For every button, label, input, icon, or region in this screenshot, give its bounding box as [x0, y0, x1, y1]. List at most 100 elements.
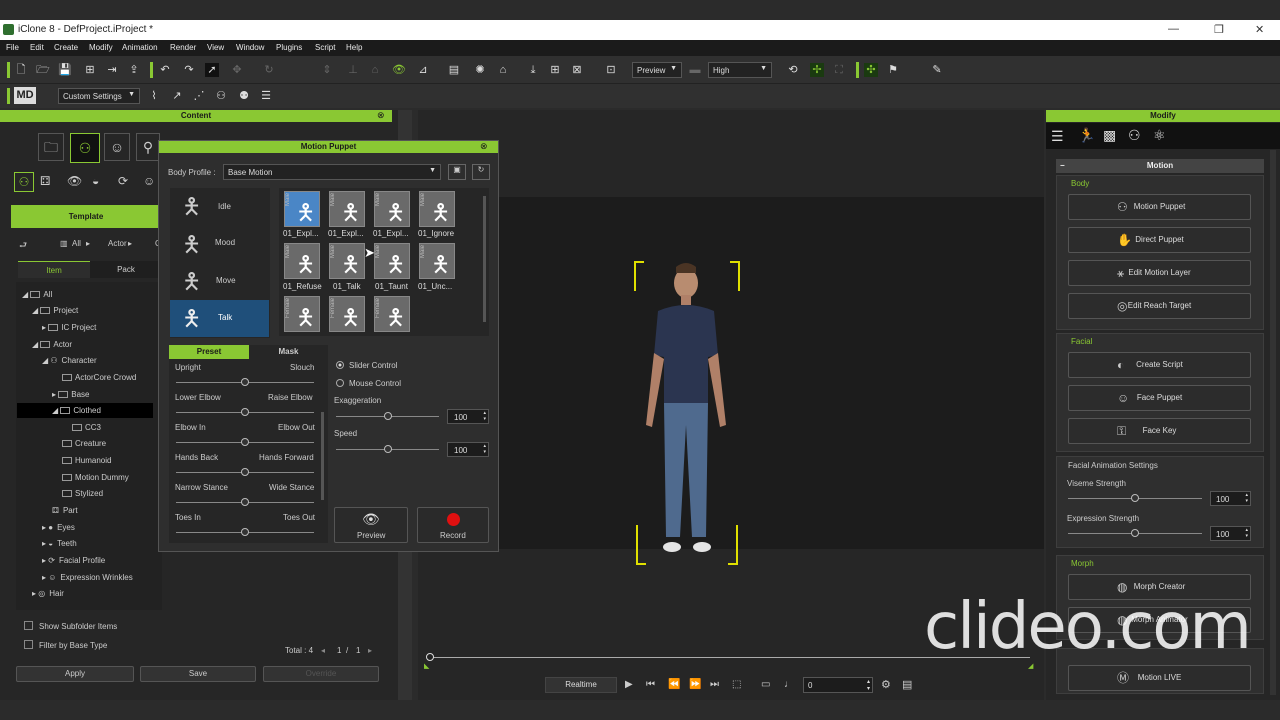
tree-item-actor[interactable]: ◢ Actor [32, 340, 72, 349]
tree-item-cc3[interactable]: CC3 [72, 423, 101, 432]
eye-sub-icon[interactable]: 👁 [67, 174, 82, 188]
expression-slider[interactable] [1068, 529, 1202, 537]
mouth-sub-icon[interactable]: ◒ [92, 174, 99, 188]
tab-mask[interactable]: Mask [249, 345, 328, 359]
category-idle[interactable]: Idle [218, 202, 231, 211]
tree-item-project[interactable]: ◢ Project [32, 306, 78, 315]
tree-item-clothed[interactable]: ◢ Clothed [52, 406, 101, 415]
subtitle-icon[interactable]: ▭ [761, 679, 770, 690]
ik-icon[interactable]: ✣ [864, 63, 878, 77]
face-sub-icon[interactable]: ☺ [143, 174, 155, 188]
override-button[interactable]: Override [263, 666, 379, 682]
hands-slider[interactable] [176, 468, 314, 476]
menu-plugins[interactable]: Plugins [276, 43, 302, 52]
menu-help[interactable]: Help [346, 43, 362, 52]
go-start-icon[interactable]: ⏮ [646, 679, 655, 690]
tree-item-expression-wrinkles[interactable]: ▸ ☺ Expression Wrinkles [42, 573, 133, 582]
next-page-icon[interactable]: ▸ [368, 646, 372, 655]
physics-icon[interactable]: ✢ [810, 63, 824, 77]
undo-icon[interactable]: ↶ [158, 63, 172, 77]
elbow-spread-slider[interactable] [176, 438, 314, 446]
puppet-close-icon[interactable]: ⊗ [480, 141, 488, 152]
tree-item-hair[interactable]: ▸ ◎ Hair [32, 589, 64, 598]
new-file-icon[interactable]: 🗋 [14, 63, 28, 77]
crowd-icon[interactable]: ⚉ [237, 89, 251, 103]
brush-icon[interactable]: ✎ [930, 63, 944, 77]
import-icon[interactable]: ⊞ [83, 63, 97, 77]
share-icon[interactable]: ⇪ [127, 63, 141, 77]
slider-knob[interactable] [1131, 494, 1139, 502]
tree-item-ic-project[interactable]: ▸ IC Project [42, 323, 96, 332]
home-camera-icon[interactable]: ⌂ [496, 63, 510, 77]
snap-icon[interactable]: ⊥ [346, 63, 360, 77]
reflection-icon[interactable]: ⟲ [786, 63, 800, 77]
motion-section-header[interactable]: − Motion [1056, 159, 1264, 173]
timeline-panel-icon[interactable]: ▤ [902, 678, 912, 691]
export-icon[interactable]: ⇥ [105, 63, 119, 77]
slider-control-radio[interactable] [336, 361, 344, 369]
preview-button[interactable]: 👁 Preview [334, 507, 408, 543]
mouse-control-radio[interactable] [336, 379, 344, 387]
filter-base-checkbox[interactable] [24, 640, 33, 649]
folder-tab-icon[interactable]: 🗀 [38, 133, 64, 161]
tab-preset[interactable]: Preset [169, 345, 249, 359]
slider-knob[interactable] [241, 408, 249, 416]
menu-animation[interactable]: Animation [122, 43, 158, 52]
character-tab-icon[interactable]: ⚇ [1128, 127, 1141, 144]
attach-icon[interactable]: ⊿ [416, 63, 430, 77]
physics-tab-icon[interactable]: ⚛ [1153, 127, 1166, 144]
speed-input[interactable]: 100 ▴ ▾ [447, 442, 489, 457]
morph-sub-icon[interactable]: ⟳ [118, 174, 128, 188]
list-icon[interactable]: ☰ [259, 89, 273, 103]
slider-knob[interactable] [241, 468, 249, 476]
material-tab-icon[interactable]: ▩ [1103, 127, 1116, 144]
save-button[interactable]: Save [140, 666, 256, 682]
prev-page-icon[interactable]: ◂ [321, 646, 325, 655]
expression-input[interactable]: 100 ▴ ▾ [1210, 526, 1251, 541]
upright-slouch-slider[interactable] [176, 378, 314, 386]
load-profile-icon[interactable]: ↻ [472, 164, 490, 180]
rewind-icon[interactable]: ⏪ [668, 679, 680, 690]
move-tool-icon[interactable]: ✥ [230, 63, 244, 77]
menu-script[interactable]: Script [315, 43, 335, 52]
timeline-playhead[interactable] [426, 653, 434, 661]
motion-puppet-button[interactable]: ⚇ Motion Puppet [1068, 194, 1251, 220]
edit-motion-layer-button[interactable]: ⚹ Edit Motion Layer [1068, 260, 1251, 286]
tree-item-teeth[interactable]: ▸ ◒ Teeth [42, 539, 77, 548]
head-tab-icon[interactable]: ☺ [104, 133, 130, 161]
body-profile-dropdown[interactable]: Base Motion ▼ [223, 164, 441, 180]
slider-knob[interactable] [241, 438, 249, 446]
tree-item-humanoid[interactable]: Humanoid [62, 456, 111, 465]
timeline-settings-icon[interactable]: ⚙ [881, 678, 891, 691]
face-key-button[interactable]: ⚿ Face Key [1068, 418, 1251, 444]
play-icon[interactable]: ▶ [625, 679, 633, 690]
category-mood[interactable]: Mood [215, 238, 235, 247]
menu-render[interactable]: Render [170, 43, 196, 52]
category-talk[interactable]: Talk [218, 313, 232, 322]
modify-scrollbar[interactable] [1270, 150, 1276, 695]
character-sub-icon[interactable]: ⚇ [14, 172, 34, 192]
loop-icon[interactable]: ⬚ [732, 679, 741, 690]
light-icon[interactable]: ✺ [473, 63, 487, 77]
tree-item-stylized[interactable]: Stylized [62, 489, 103, 498]
motion-tab-icon[interactable]: 🏃 [1078, 127, 1095, 144]
close-icon[interactable]: ✕ [1255, 23, 1264, 36]
settings-tab-icon[interactable]: ☰ [1051, 128, 1064, 145]
actor-tab-icon[interactable]: ⚇ [70, 133, 100, 163]
frame-input[interactable]: 0 ▴ ▾ [803, 677, 873, 693]
cloth-sub-icon[interactable]: ⚃ [40, 174, 50, 188]
stance-slider[interactable] [176, 498, 314, 506]
preview-mode-dropdown[interactable]: Preview ▼ [632, 62, 682, 78]
tree-item-facial-profile[interactable]: ▸ ⟳ Facial Profile [42, 556, 105, 565]
frame-icon[interactable]: ⊞ [548, 63, 562, 77]
forward-icon[interactable]: ⏩ [689, 679, 701, 690]
prop-tab-icon[interactable]: ⚲ [136, 133, 160, 161]
crumb-actor[interactable]: Actor [108, 239, 127, 248]
align-icon[interactable]: ⇕ [320, 63, 334, 77]
elbow-height-slider[interactable] [176, 408, 314, 416]
template-tab[interactable]: Template [11, 205, 161, 228]
tab-item[interactable]: Item [18, 261, 90, 278]
tree-item-part[interactable]: ⚃ Part [52, 506, 78, 515]
menu-create[interactable]: Create [54, 43, 78, 52]
visibility-icon[interactable]: 👁 [392, 63, 406, 77]
